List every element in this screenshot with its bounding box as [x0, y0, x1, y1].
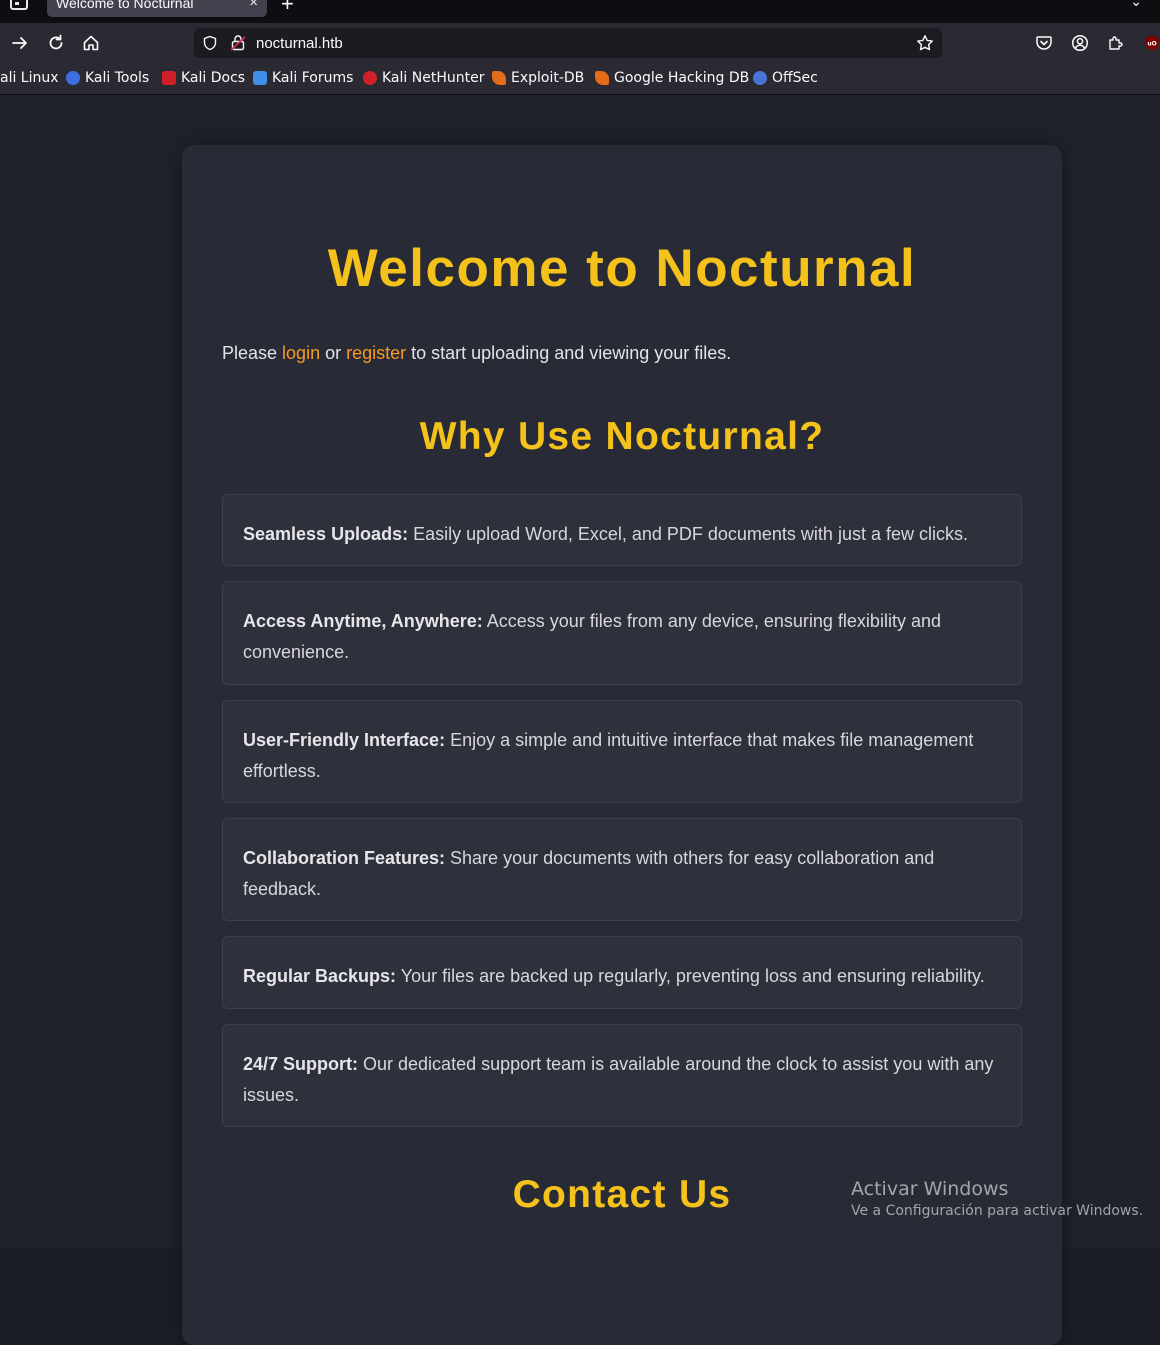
bookmark-star-icon[interactable]: [916, 34, 934, 57]
firefox-view-icon[interactable]: [10, 0, 28, 10]
bookmark-label: Kali NetHunter: [382, 70, 485, 86]
ublock-origin-icon[interactable]: uO: [1140, 31, 1160, 55]
bookmark-label: Kali Forums: [272, 70, 354, 86]
bookmark-kali-nethunter[interactable]: Kali NetHunter: [363, 70, 484, 86]
bookmarks-toolbar: ali Linux Kali Tools Kali Docs Kali Foru…: [0, 63, 1160, 95]
navigation-toolbar: nocturnal.htb uO: [0, 23, 1160, 63]
feature-title: Seamless Uploads:: [243, 524, 409, 544]
account-icon[interactable]: [1068, 31, 1092, 55]
feature-item: Regular Backups: Your files are backed u…: [222, 936, 1022, 1009]
ghdb-icon: [595, 71, 609, 85]
intro-text-part: Please: [222, 343, 283, 363]
extensions-icon[interactable]: [1104, 31, 1128, 55]
pocket-icon[interactable]: [1032, 31, 1056, 55]
new-tab-button[interactable]: +: [281, 0, 294, 15]
feature-title: User-Friendly Interface:: [243, 730, 446, 750]
feature-text: Easily upload Word, Excel, and PDF docum…: [408, 524, 968, 544]
bookmark-label: Kali Docs: [181, 70, 246, 86]
bookmark-label: Google Hacking DB: [614, 70, 750, 86]
bookmark-exploit-db[interactable]: Exploit-DB: [492, 70, 584, 86]
bookmark-offsec[interactable]: OffSec: [753, 70, 818, 86]
offsec-icon: [753, 71, 767, 85]
register-link[interactable]: register: [346, 343, 406, 363]
exploit-db-icon: [492, 71, 506, 85]
intro-text: Please login or register to start upload…: [222, 343, 731, 364]
intro-text-part: to start uploading and viewing your file…: [406, 343, 732, 363]
feature-item: User-Friendly Interface: Enjoy a simple …: [222, 700, 1022, 803]
feature-title: 24/7 Support:: [243, 1054, 359, 1074]
bookmark-label: OffSec: [772, 70, 818, 86]
feature-item: Collaboration Features: Share your docum…: [222, 818, 1022, 921]
bookmark-label: ali Linux: [0, 70, 59, 86]
page-viewport: Welcome to Nocturnal Please login or reg…: [0, 95, 1160, 1345]
bookmark-kali-docs[interactable]: Kali Docs: [162, 70, 245, 86]
reload-icon[interactable]: [44, 31, 68, 55]
insecure-lock-icon[interactable]: [230, 34, 246, 57]
feature-item: 24/7 Support: Our dedicated support team…: [222, 1024, 1022, 1127]
page-title: Welcome to Nocturnal: [327, 239, 917, 298]
why-section-title: Why Use Nocturnal?: [419, 415, 825, 458]
main-card: Welcome to Nocturnal Please login or reg…: [182, 145, 1062, 1345]
list-all-tabs-icon[interactable]: ⌄: [1130, 0, 1142, 10]
feature-text: Your files are backed up regularly, prev…: [396, 966, 985, 986]
tab-strip: Welcome to Nocturnal × + ⌄: [0, 0, 1160, 23]
address-bar[interactable]: nocturnal.htb: [194, 28, 942, 58]
watermark-title: Activar Windows: [851, 1178, 1009, 1200]
kali-nethunter-icon: [363, 71, 377, 85]
bookmark-kali-tools[interactable]: Kali Tools: [66, 70, 149, 86]
kali-docs-icon: [162, 71, 176, 85]
feature-item: Seamless Uploads: Easily upload Word, Ex…: [222, 494, 1022, 566]
login-link[interactable]: login: [282, 343, 320, 363]
kali-tools-icon: [66, 71, 80, 85]
kali-forums-icon: [253, 71, 267, 85]
watermark-subtitle: Ve a Configuración para activar Windows.: [851, 1203, 1144, 1219]
bookmark-google-hacking-db[interactable]: Google Hacking DB: [595, 70, 749, 86]
forward-arrow-icon[interactable]: [8, 31, 32, 55]
feature-title: Collaboration Features:: [243, 848, 446, 868]
bookmark-kali-forums[interactable]: Kali Forums: [253, 70, 353, 86]
bookmark-kali-linux[interactable]: ali Linux: [0, 70, 59, 86]
intro-text-part: or: [320, 343, 347, 363]
home-icon[interactable]: [79, 31, 103, 55]
feature-item: Access Anytime, Anywhere: Access your fi…: [222, 581, 1022, 685]
active-tab[interactable]: Welcome to Nocturnal ×: [47, 0, 267, 17]
feature-title: Access Anytime, Anywhere:: [243, 611, 483, 631]
bookmark-label: Exploit-DB: [511, 70, 585, 86]
bookmark-label: Kali Tools: [85, 70, 150, 86]
tracking-protection-shield-icon[interactable]: [202, 35, 218, 56]
windows-activation-watermark: Activar Windows Ve a Configuración para …: [851, 1178, 1143, 1219]
svg-text:uO: uO: [1147, 41, 1156, 48]
url-text[interactable]: nocturnal.htb: [256, 35, 343, 52]
feature-title: Regular Backups:: [243, 966, 397, 986]
tab-close-icon[interactable]: ×: [249, 0, 258, 11]
tab-title: Welcome to Nocturnal: [56, 0, 194, 11]
